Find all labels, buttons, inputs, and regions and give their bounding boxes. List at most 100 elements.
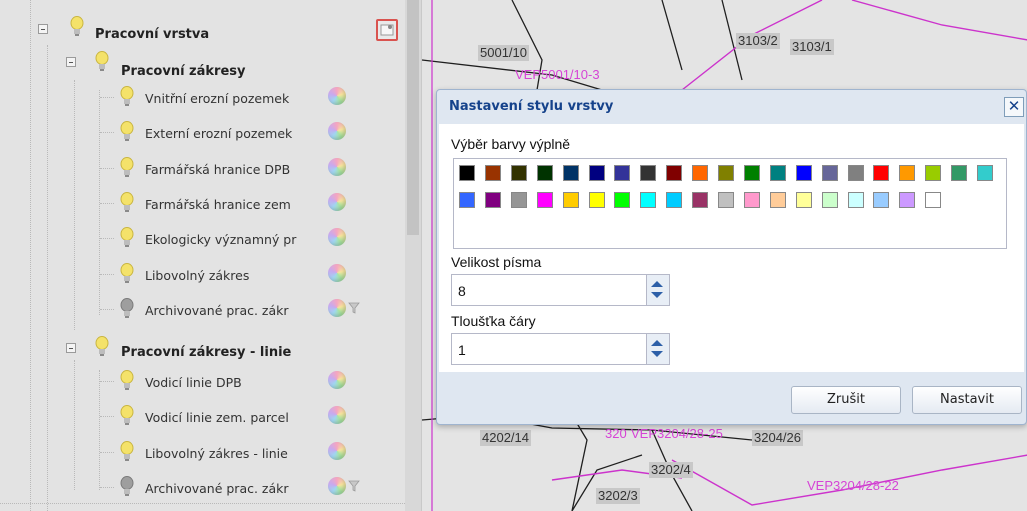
lightbulb-icon[interactable] <box>120 121 134 143</box>
color-swatch[interactable] <box>536 192 553 208</box>
lightbulb-icon[interactable] <box>120 297 134 320</box>
color-style-icon[interactable] <box>328 228 346 247</box>
color-swatch[interactable] <box>510 165 527 181</box>
color-swatch[interactable] <box>536 165 553 181</box>
lightbulb-icon[interactable] <box>120 440 134 463</box>
color-swatch[interactable] <box>821 165 838 181</box>
color-style-icon[interactable] <box>328 298 346 317</box>
font-size-input[interactable]: 8 <box>451 274 670 306</box>
layer-label[interactable]: Vodicí linie zem. parcel <box>145 410 289 425</box>
color-swatch[interactable] <box>692 192 709 208</box>
lightbulb-icon[interactable] <box>120 191 134 214</box>
color-swatch[interactable] <box>510 192 527 208</box>
layer-label[interactable]: Archivované prac. zákr <box>145 481 289 496</box>
color-swatch[interactable] <box>899 165 916 181</box>
color-swatch[interactable] <box>925 192 942 208</box>
line-width-input[interactable]: 1 <box>451 333 670 365</box>
color-swatch[interactable] <box>588 192 605 208</box>
color-swatch[interactable] <box>718 165 734 181</box>
spin-up-icon[interactable] <box>651 340 663 346</box>
color-swatch[interactable] <box>718 192 734 208</box>
color-swatch[interactable] <box>951 165 968 181</box>
color-style-icon[interactable] <box>328 406 346 425</box>
lightbulb-icon[interactable] <box>120 370 134 392</box>
lightbulb-icon[interactable] <box>120 227 134 249</box>
collapse-toggle[interactable] <box>66 57 76 67</box>
layer-label[interactable]: Vodicí linie DPB <box>145 375 242 390</box>
layer-label[interactable]: Farmářská hranice DPB <box>145 162 290 177</box>
scrollbar-thumb[interactable] <box>407 0 419 235</box>
color-swatch[interactable] <box>847 165 864 181</box>
color-swatch[interactable] <box>692 165 709 181</box>
lightbulb-icon[interactable] <box>95 336 109 358</box>
color-swatch[interactable] <box>925 165 942 181</box>
close-button[interactable]: ✕ <box>1004 97 1024 117</box>
layer-style-button[interactable] <box>376 19 398 41</box>
color-swatch[interactable] <box>614 165 631 181</box>
collapse-toggle[interactable] <box>38 24 48 34</box>
color-swatch[interactable] <box>847 192 864 208</box>
color-swatch[interactable] <box>873 192 890 208</box>
layer-label[interactable]: Libovolný zákres <box>145 268 249 283</box>
color-swatch[interactable] <box>821 192 838 208</box>
group-label[interactable]: Pracovní zákresy <box>121 64 245 79</box>
spin-down-icon[interactable] <box>651 292 663 298</box>
color-swatch[interactable] <box>484 165 501 181</box>
color-swatch[interactable] <box>977 165 993 181</box>
color-swatch[interactable] <box>795 165 812 181</box>
layer-label[interactable]: Ekologicky významný pr <box>145 232 296 247</box>
color-style-icon[interactable] <box>328 87 346 105</box>
color-swatch[interactable] <box>459 192 475 208</box>
color-style-icon[interactable] <box>328 371 346 389</box>
dialog-header[interactable]: Nastavení stylu vrstvy ✕ <box>437 90 1026 124</box>
color-style-icon[interactable] <box>328 441 346 460</box>
color-swatch[interactable] <box>640 165 657 181</box>
layer-label[interactable]: Farmářská hranice zem <box>145 197 291 212</box>
color-swatch[interactable] <box>666 192 683 208</box>
color-swatch[interactable] <box>614 192 631 208</box>
lightbulb-icon[interactable] <box>120 262 134 285</box>
lightbulb-icon[interactable] <box>70 16 84 38</box>
group-label[interactable]: Pracovní vrstva <box>95 27 209 42</box>
color-style-icon[interactable] <box>328 157 346 176</box>
layer-label[interactable]: Libovolný zákres - linie <box>145 446 288 461</box>
color-swatch[interactable] <box>873 165 890 181</box>
layer-label[interactable]: Archivované prac. zákr <box>145 303 289 318</box>
layer-label[interactable]: Externí erozní pozemek <box>145 126 292 141</box>
font-size-spinner[interactable] <box>646 275 669 305</box>
spin-down-icon[interactable] <box>651 351 663 357</box>
lightbulb-icon[interactable] <box>120 156 134 179</box>
filter-icon[interactable] <box>348 302 360 314</box>
apply-button[interactable]: Nastavit <box>912 386 1022 414</box>
color-style-icon[interactable] <box>328 192 346 211</box>
lightbulb-icon[interactable] <box>120 405 134 427</box>
color-swatch[interactable] <box>562 165 579 181</box>
group-label[interactable]: Pracovní zákresy - linie <box>121 345 291 360</box>
lightbulb-icon[interactable] <box>120 475 134 498</box>
color-swatch[interactable] <box>484 192 501 208</box>
lightbulb-icon[interactable] <box>95 51 109 73</box>
color-style-icon[interactable] <box>328 476 346 495</box>
color-style-icon[interactable] <box>328 263 346 282</box>
lightbulb-icon[interactable] <box>120 86 134 108</box>
cancel-button[interactable]: Zrušit <box>791 386 901 414</box>
tree-scrollbar[interactable] <box>405 0 421 511</box>
color-swatch[interactable] <box>769 192 786 208</box>
color-swatch[interactable] <box>562 192 579 208</box>
color-swatch[interactable] <box>666 165 683 181</box>
spin-up-icon[interactable] <box>651 281 663 287</box>
color-swatch[interactable] <box>640 192 657 208</box>
color-style-icon[interactable] <box>328 122 346 141</box>
filter-icon[interactable] <box>348 480 360 492</box>
color-swatch[interactable] <box>588 165 605 181</box>
color-swatch[interactable] <box>743 192 760 208</box>
color-swatch[interactable] <box>743 165 760 181</box>
color-swatch[interactable] <box>899 192 916 208</box>
parcel-label: 3202/4 <box>649 462 693 478</box>
layer-label[interactable]: Vnitřní erozní pozemek <box>145 91 289 106</box>
line-width-spinner[interactable] <box>646 334 669 364</box>
color-swatch[interactable] <box>769 165 786 181</box>
collapse-toggle[interactable] <box>66 343 76 353</box>
color-swatch[interactable] <box>459 165 475 181</box>
color-swatch[interactable] <box>795 192 812 208</box>
